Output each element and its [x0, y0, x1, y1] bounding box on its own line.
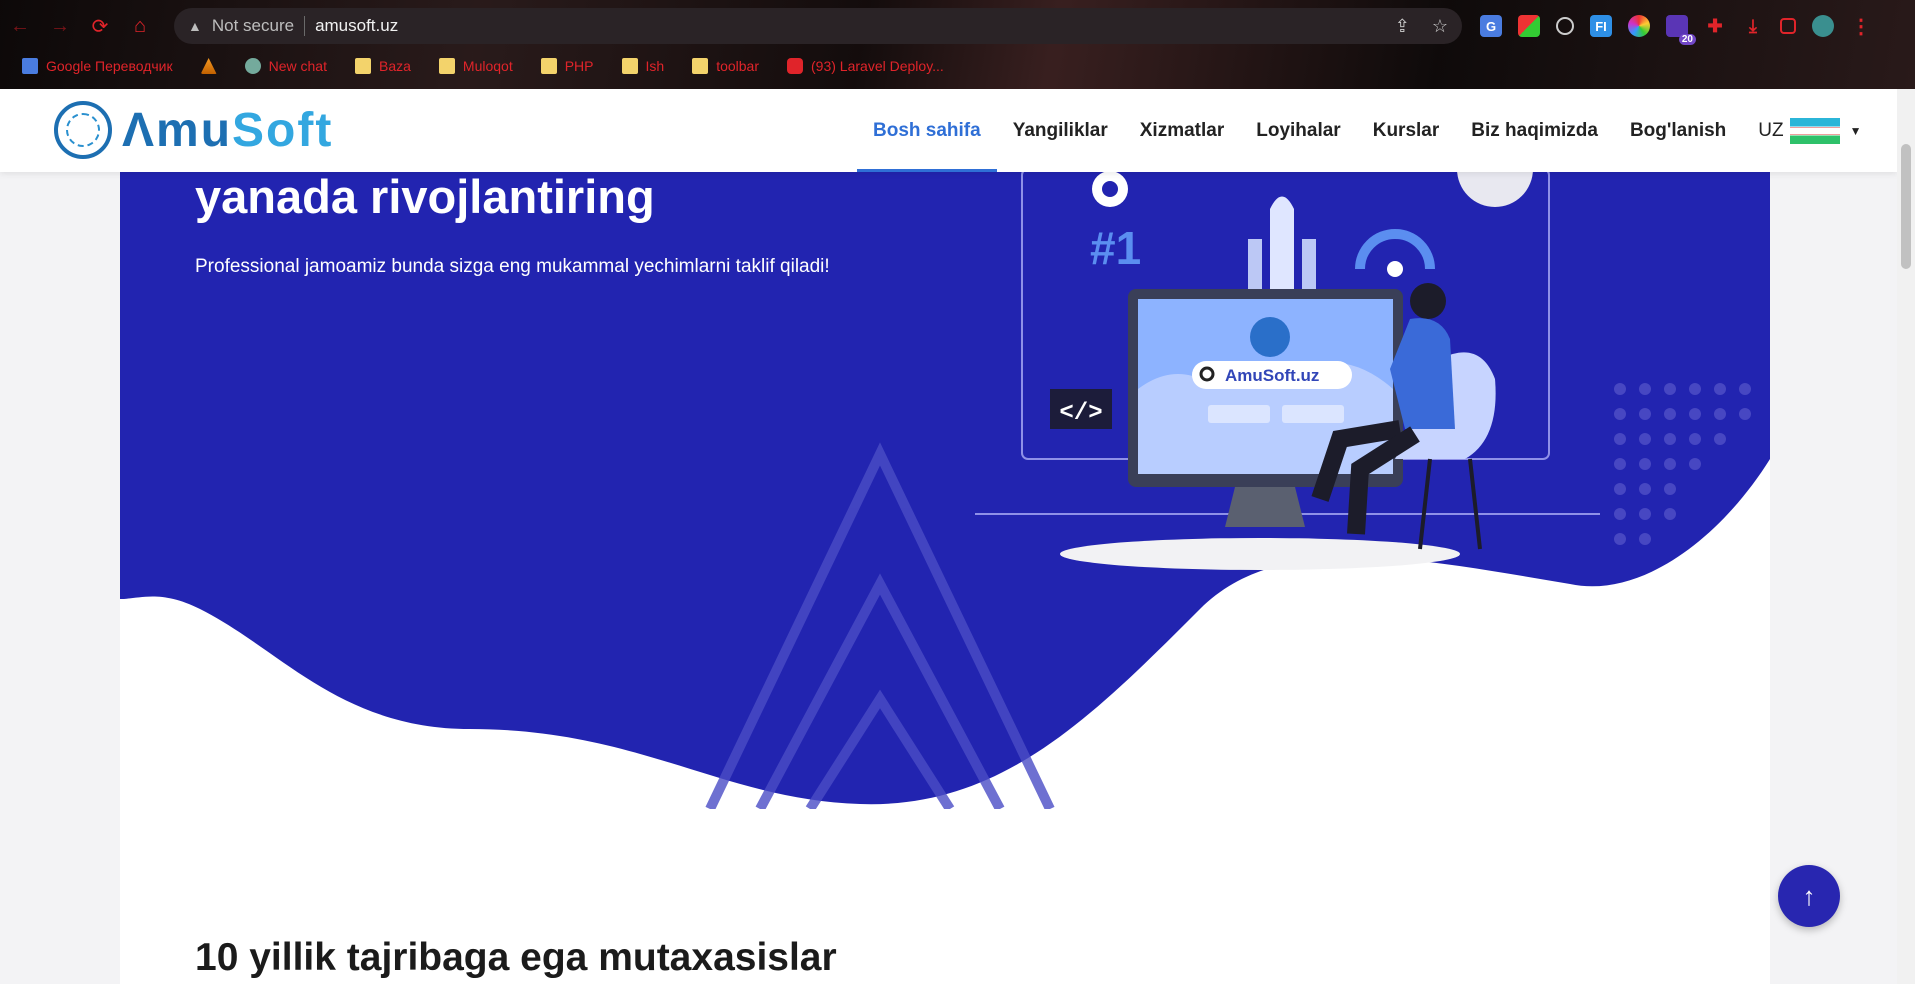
bookmark-label: (93) Laravel Deploy... [811, 58, 944, 74]
caret-down-icon: ▼ [1849, 123, 1862, 138]
extensions-bar: G FI 20 ✚ ⤓ ⋮ [1480, 15, 1872, 45]
bookmark-label: New chat [268, 58, 327, 74]
folder-icon [540, 58, 557, 74]
check-circle-extension-icon[interactable] [1556, 17, 1574, 35]
back-button[interactable]: ← [0, 6, 40, 46]
uzbekistan-flag-icon [1789, 117, 1840, 144]
hero-subtitle: Professional jamoamiz bunda sizga eng mu… [195, 256, 830, 277]
reload-button[interactable]: ⟳ [80, 6, 120, 46]
illustration-search-text: AmuSoft.uz [1225, 366, 1319, 385]
gauge-dot [1387, 261, 1403, 277]
page-scrollbar[interactable] [1897, 89, 1915, 984]
folder-icon [354, 58, 371, 74]
bookmark-label: Baza [378, 58, 411, 74]
bookmark-folder-ish[interactable]: Ish [612, 58, 675, 74]
folder-icon [692, 58, 709, 74]
home-icon: ⌂ [133, 14, 147, 37]
brain-logo-icon [1250, 317, 1290, 357]
omnibox-divider [304, 16, 306, 36]
logo-text-part2: Soft [232, 103, 334, 157]
folder-icon [438, 58, 455, 74]
language-code: UZ [1758, 119, 1784, 141]
bookmark-new-chat[interactable]: New chat [235, 58, 337, 74]
reload-icon: ⟳ [91, 15, 109, 38]
main-nav: Bosh sahifa Yangiliklar Xizmatlar Loyiha… [857, 89, 1862, 172]
site-logo[interactable]: ΛmuSoft [54, 101, 333, 159]
bookmark-star-icon[interactable]: ☆ [1432, 16, 1448, 37]
google-translate-extension-icon[interactable]: G [1480, 15, 1502, 37]
puzzle-extensions-icon[interactable]: ✚ [1704, 15, 1726, 37]
screen-button-1 [1208, 405, 1270, 423]
bookmark-folder-toolbar[interactable]: toolbar [682, 58, 769, 74]
bookmarks-bar: Google Переводчик New chat Baza Muloqot … [0, 52, 954, 80]
bookmark-folder-baza[interactable]: Baza [345, 58, 421, 74]
nav-biz-haqimizda[interactable]: Biz haqimizda [1455, 89, 1614, 172]
browser-menu-icon[interactable]: ⋮ [1850, 15, 1872, 38]
browser-toolbar: ← → ⟳ ⌂ ▲ Not secure amusoft.uz ⇪ ☆ G FI… [0, 6, 1915, 46]
fi-extension-icon[interactable]: FI [1590, 15, 1612, 37]
security-label: Not secure [211, 16, 295, 35]
scroll-to-top-button[interactable]: ↑ [1778, 865, 1840, 927]
nav-loyihalar[interactable]: Loyihalar [1240, 89, 1356, 172]
nav-xizmatlar[interactable]: Xizmatlar [1124, 89, 1240, 172]
logo-text-part1: Λmu [122, 103, 233, 157]
address-bar[interactable]: ▲ Not secure amusoft.uz ⇪ ☆ [174, 8, 1462, 44]
share-icon[interactable]: ⇪ [1395, 16, 1410, 37]
pyramid-icon [200, 58, 217, 74]
arrow-up-icon: ↑ [1802, 880, 1816, 911]
scrollbar-thumb[interactable] [1901, 144, 1911, 269]
colorful-extension-icon[interactable] [1518, 15, 1540, 37]
nav-boglanish[interactable]: Bog'lanish [1614, 89, 1742, 172]
nav-yangiliklar[interactable]: Yangiliklar [997, 89, 1124, 172]
brain-logo-icon [54, 101, 112, 159]
gear-icon [1092, 171, 1128, 207]
bookmark-label: Ish [645, 58, 665, 74]
sidebar-toggle-icon[interactable] [1780, 18, 1796, 34]
bookmark-folder-muloqot[interactable]: Muloqot [429, 58, 523, 74]
code-tag-text: </> [1059, 400, 1102, 427]
logo-text: ΛmuSoft [122, 103, 333, 158]
warning-icon: ▲ [188, 18, 202, 34]
monitor-stand [1225, 487, 1305, 527]
home-button[interactable]: ⌂ [120, 6, 160, 46]
chatgpt-icon [244, 58, 261, 74]
forward-button[interactable]: → [40, 6, 80, 46]
nav-bosh-sahifa[interactable]: Bosh sahifa [857, 89, 997, 172]
google-translate-icon [22, 58, 38, 74]
bookmark-unnamed[interactable] [191, 58, 227, 74]
site-header: ΛmuSoft Bosh sahifa Yangiliklar Xizmatla… [0, 89, 1897, 172]
profile-avatar-icon[interactable] [1812, 15, 1834, 37]
language-selector[interactable]: UZ ▼ [1742, 117, 1862, 144]
bookmark-label: PHP [564, 58, 594, 74]
bookmark-label: toolbar [716, 58, 760, 74]
youtube-icon [787, 58, 804, 74]
web-page: #1 </> AmuSoft.uz yanada rivojlantiring … [0, 89, 1915, 984]
bookmark-label: Google Переводчик [46, 58, 173, 74]
section-title: 10 yillik tajribaga ega mutaxasislar [195, 936, 837, 979]
bookmark-google-translate[interactable]: Google Переводчик [12, 58, 183, 74]
arrow-right-icon: → [50, 14, 70, 37]
color-picker-extension-icon[interactable] [1628, 15, 1650, 37]
omnibox-actions: ⇪ ☆ [1395, 16, 1462, 37]
arrow-left-icon: ← [10, 14, 30, 37]
hero-title: yanada rivojlantiring [195, 170, 655, 223]
url-text[interactable]: amusoft.uz [315, 16, 398, 36]
nav-kurslar[interactable]: Kurslar [1357, 89, 1456, 172]
folder-icon [621, 58, 638, 74]
floor-shadow [1060, 538, 1460, 570]
rank-label: #1 [1090, 222, 1141, 274]
download-icon[interactable]: ⤓ [1742, 15, 1764, 37]
purple-extension-icon[interactable]: 20 [1666, 15, 1696, 45]
extension-badge: 20 [1678, 34, 1696, 45]
bookmark-label: Muloqot [462, 58, 513, 74]
browser-chrome: ← → ⟳ ⌂ ▲ Not secure amusoft.uz ⇪ ☆ G FI… [0, 0, 1915, 89]
bookmark-folder-php[interactable]: PHP [531, 58, 604, 74]
screen-button-2 [1282, 405, 1344, 423]
bookmark-youtube[interactable]: (93) Laravel Deploy... [777, 58, 954, 74]
